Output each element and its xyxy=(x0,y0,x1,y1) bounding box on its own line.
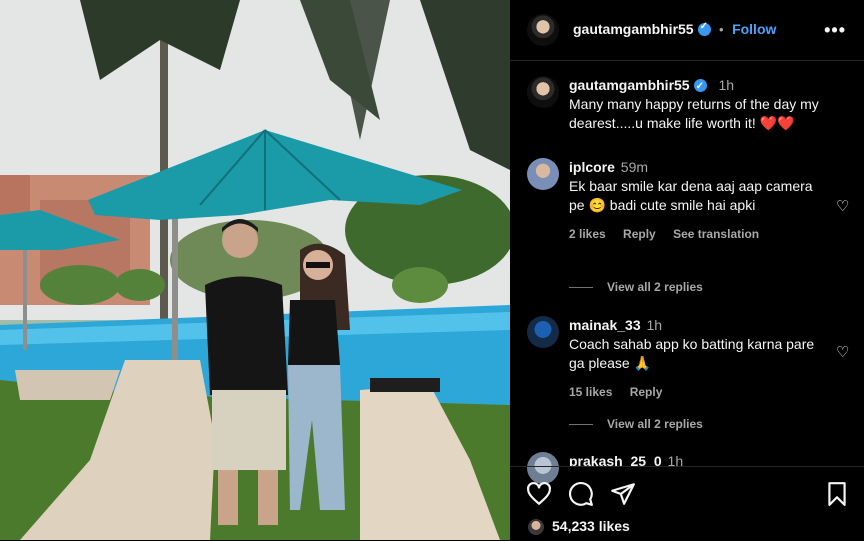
comment-username[interactable]: mainak_33 xyxy=(569,317,641,333)
caption-avatar[interactable] xyxy=(527,76,559,108)
see-translation-button[interactable]: See translation xyxy=(673,227,759,241)
header-author: gautamgambhir55 • Follow xyxy=(573,21,776,39)
comment-avatar[interactable] xyxy=(527,316,559,348)
comment-likes[interactable]: 15 likes xyxy=(569,385,612,399)
more-options-icon[interactable]: ••• xyxy=(824,20,846,41)
view-replies-button[interactable]: View all 2 replies xyxy=(569,417,703,431)
comment-time: 1h xyxy=(646,317,663,333)
comment-icon[interactable] xyxy=(568,481,594,507)
verified-badge-icon xyxy=(693,77,707,96)
caption-username[interactable]: gautamgambhir55 xyxy=(569,77,690,93)
comment-username[interactable]: prakash_25_0 xyxy=(569,453,662,466)
post-side-panel: gautamgambhir55 • Follow ••• gautamgambh… xyxy=(510,0,864,540)
view-replies-button[interactable]: View all 2 replies xyxy=(569,280,703,294)
comment-text: Coach sahab app ko batting karna pare ga… xyxy=(569,336,815,371)
share-icon[interactable] xyxy=(610,481,636,507)
liker-avatar[interactable] xyxy=(528,519,544,535)
comment-username[interactable]: iplcore xyxy=(569,159,615,175)
comment-text: Ek baar smile kar dena aaj aap camera pe… xyxy=(569,178,813,213)
avatar[interactable] xyxy=(527,14,559,46)
comment-time: 1h xyxy=(667,453,684,466)
header-username[interactable]: gautamgambhir55 xyxy=(573,21,694,37)
comment-meta: 15 likes Reply xyxy=(569,385,819,399)
caption: gautamgambhir55 1h Many many happy retur… xyxy=(569,76,854,133)
follow-button[interactable]: Follow xyxy=(732,21,776,37)
comment-avatar[interactable] xyxy=(527,158,559,190)
post-header: gautamgambhir55 • Follow ••• xyxy=(510,0,864,61)
post-photo[interactable] xyxy=(0,0,510,540)
heart-icon[interactable] xyxy=(526,481,552,507)
comment-item: iplcore 59m Ek baar smile kar dena aaj a… xyxy=(569,158,819,241)
comment-time: 59m xyxy=(620,159,649,175)
bookmark-icon[interactable] xyxy=(824,481,850,507)
separator-dot: • xyxy=(719,22,724,37)
likes-count[interactable]: 54,233 likes xyxy=(552,518,630,534)
photo-illustration xyxy=(0,0,510,540)
comment-item: mainak_33 1h Coach sahab app ko batting … xyxy=(569,316,819,399)
comment-like-heart-icon[interactable]: ♡ xyxy=(836,345,850,360)
comment-meta: 2 likes Reply See translation xyxy=(569,227,819,241)
comment-item: prakash_25_0 1h xyxy=(569,452,819,466)
comment-likes[interactable]: 2 likes xyxy=(569,227,606,241)
post-actions-bar: 54,233 likes xyxy=(510,466,864,541)
verified-badge-icon xyxy=(697,21,711,36)
reply-button[interactable]: Reply xyxy=(630,385,663,399)
comment-like-heart-icon[interactable]: ♡ xyxy=(836,199,850,214)
reply-button[interactable]: Reply xyxy=(623,227,656,241)
caption-time: 1h xyxy=(718,77,735,93)
caption-text: Many many happy returns of the day my de… xyxy=(569,96,819,131)
